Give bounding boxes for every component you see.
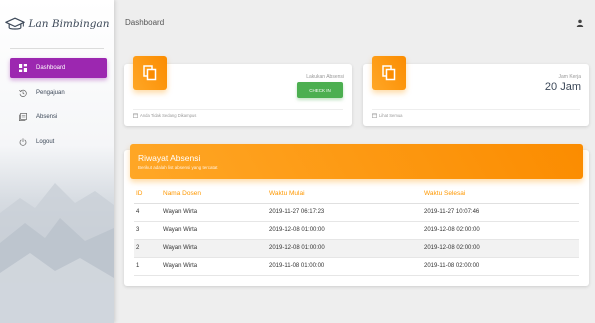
- person-icon[interactable]: [576, 19, 584, 27]
- cell-waktu-mulai: 2019-11-27 06:17:23: [269, 203, 424, 222]
- card-divider: [372, 109, 580, 110]
- sidebar-item-label: Absensi: [36, 114, 58, 120]
- cell-waktu-mulai: 2019-11-08 01:00:00: [269, 257, 424, 276]
- sidebar-item-label: Pengajuan: [36, 89, 65, 96]
- table-header-row: ID Nama Dosen Waktu Mulai Waktu Selesai: [134, 185, 579, 204]
- sidebar: Lan Bimbingan Dashboard Pengajuan Absens…: [0, 0, 114, 323]
- cell-id: 4: [134, 203, 163, 222]
- card-divider: [133, 109, 343, 110]
- cell-waktu-selesai: 2019-12-08 02:00:00: [424, 239, 579, 258]
- column-header-waktu-selesai: Waktu Selesai: [424, 185, 579, 204]
- brand-logo[interactable]: Lan Bimbingan: [0, 0, 114, 48]
- column-header-waktu-mulai: Waktu Mulai: [269, 185, 424, 204]
- history-icon: [18, 88, 28, 98]
- attendance-history-card: Riwayat Absensi Berikut adalah list abse…: [124, 144, 589, 286]
- sidebar-item-dashboard[interactable]: Dashboard: [10, 58, 107, 78]
- work-hours-value: 20 Jam: [544, 81, 581, 93]
- sidebar-item-absensi[interactable]: Absensi: [10, 107, 107, 127]
- cell-waktu-selesai: 2019-12-08 02:00:00: [424, 221, 579, 240]
- cell-nama-dosen: Wayan Wirta: [163, 239, 269, 258]
- work-hours-label: Jam Kerja: [558, 74, 581, 80]
- attendance-footer: Anda Tidak Sedang Dikampus: [133, 113, 196, 118]
- cell-id: 2: [134, 239, 163, 258]
- table-row: 2 Wayan Wirta 2019-12-08 01:00:00 2019-1…: [134, 239, 579, 258]
- attendance-table: ID Nama Dosen Waktu Mulai Waktu Selesai …: [134, 185, 579, 276]
- sidebar-item-logout[interactable]: Logout: [10, 132, 107, 152]
- cell-nama-dosen: Wayan Wirta: [163, 203, 269, 222]
- page-title: Dashboard: [125, 18, 165, 27]
- attendance-footer-text: Anda Tidak Sedang Dikampus: [140, 113, 197, 118]
- content-copy-icon: [133, 56, 167, 90]
- work-hours-card: Jam Kerja 20 Jam Lihat Semua: [363, 56, 589, 126]
- calendar-icon: [133, 113, 138, 118]
- attendance-label: Lakukan Absensi: [306, 74, 344, 80]
- cell-id: 1: [134, 257, 163, 276]
- cell-waktu-selesai: 2019-11-27 10:07:46: [424, 203, 579, 222]
- view-all-link[interactable]: Lihat Semua: [379, 113, 403, 118]
- library-icon: [18, 112, 28, 122]
- work-hours-footer[interactable]: Lihat Semua: [372, 113, 403, 118]
- sidebar-nav: Dashboard Pengajuan Absensi Logout: [10, 58, 107, 156]
- dashboard-icon: [18, 63, 28, 73]
- column-header-nama-dosen: Nama Dosen: [163, 185, 269, 204]
- sidebar-item-label: Dashboard: [36, 65, 66, 71]
- attendance-history-subtitle: Berikut adalah list absensi yang tercata…: [138, 165, 218, 170]
- cell-waktu-selesai: 2019-11-08 02:00:00: [424, 257, 579, 276]
- graduation-cap-icon: [4, 17, 25, 30]
- attendance-history-title: Riwayat Absensi: [138, 153, 201, 163]
- sidebar-item-label: Logout: [36, 138, 55, 145]
- sidebar-background-image: [0, 183, 114, 323]
- brand-divider: [10, 48, 104, 49]
- table-row: 3 Wayan Wirta 2019-12-08 01:00:00 2019-1…: [134, 221, 579, 240]
- content-copy-icon: [372, 56, 406, 90]
- calendar-icon: [372, 113, 377, 118]
- cell-waktu-mulai: 2019-12-08 01:00:00: [269, 239, 424, 258]
- attendance-history-header: Riwayat Absensi Berikut adalah list abse…: [130, 144, 583, 179]
- check-in-button[interactable]: CHECK IN: [297, 82, 343, 98]
- topbar: Dashboard: [114, 0, 595, 48]
- cell-id: 3: [134, 221, 163, 240]
- table-row: 1 Wayan Wirta 2019-11-08 01:00:00 2019-1…: [134, 257, 579, 276]
- attendance-card: Lakukan Absensi CHECK IN Anda Tidak Seda…: [124, 56, 352, 126]
- sidebar-item-pengajuan[interactable]: Pengajuan: [10, 83, 107, 103]
- power-icon: [18, 137, 28, 147]
- cell-nama-dosen: Wayan Wirta: [163, 221, 269, 240]
- column-header-id: ID: [134, 185, 163, 204]
- cell-nama-dosen: Wayan Wirta: [163, 257, 269, 276]
- cell-waktu-mulai: 2019-12-08 01:00:00: [269, 221, 424, 240]
- table-row: 4 Wayan Wirta 2019-11-27 06:17:23 2019-1…: [134, 203, 579, 222]
- brand-name: Lan Bimbingan: [28, 18, 110, 30]
